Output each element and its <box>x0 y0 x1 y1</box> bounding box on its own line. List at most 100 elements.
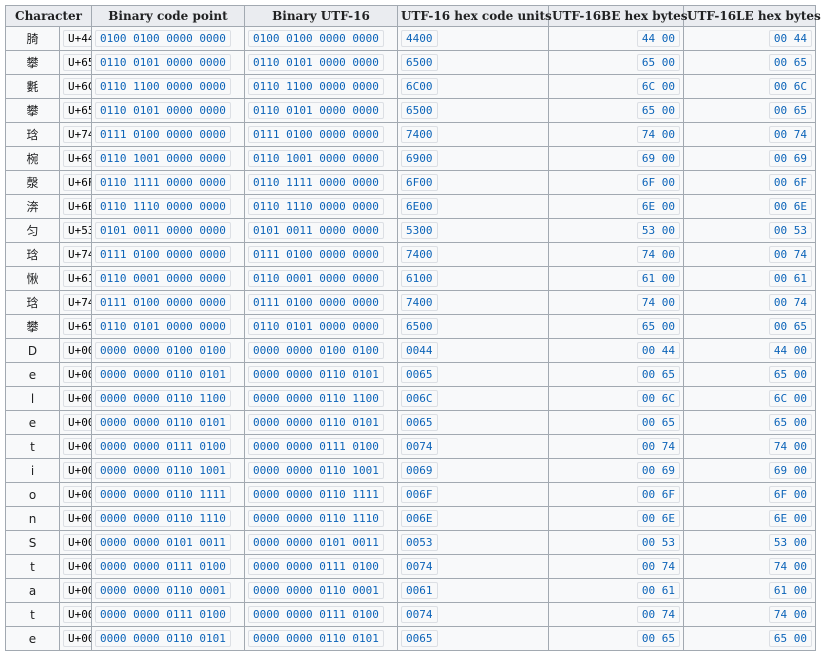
utf16be-hex-bytes-cell: 00 74 <box>548 554 684 579</box>
code-point: U+6C00 <box>63 78 91 95</box>
binary-utf16: 0000 0000 0110 1110 <box>248 510 384 527</box>
table-row: eU+00650000 0000 0110 01010000 0000 0110… <box>5 626 816 651</box>
table-row: 攀U+65000110 0101 0000 00000110 0101 0000… <box>5 50 816 75</box>
utf16-hex-code-units-cell: 6E00 <box>397 194 549 219</box>
utf16be-hex-bytes-cell: 00 65 <box>548 626 684 651</box>
utf16be-hex-bytes-cell: 00 6C <box>548 386 684 411</box>
utf16le-hex-bytes-cell: 6C 00 <box>683 386 816 411</box>
binary-utf16: 0000 0000 0110 1100 <box>248 390 384 407</box>
utf16-hex-code-units: 0074 <box>401 438 438 455</box>
utf16-hex-code-units-cell: 0061 <box>397 578 549 603</box>
table-body: 䐀U+44000100 0100 0000 00000100 0100 0000… <box>5 26 816 651</box>
code-point: U+0069 <box>63 462 91 479</box>
utf16le-hex-bytes: 53 00 <box>768 534 812 551</box>
binary-code-point: 0110 0101 0000 0000 <box>95 102 231 119</box>
binary-utf16-cell: 0110 0101 0000 0000 <box>244 98 398 123</box>
utf16-hex-code-units: 0065 <box>401 366 438 383</box>
binary-code-point-cell: 0000 0000 0110 0101 <box>91 362 245 387</box>
table-row: aU+00610000 0000 0110 00010000 0000 0110… <box>5 578 816 603</box>
binary-code-point-cell: 0110 1111 0000 0000 <box>91 170 245 195</box>
utf16be-hex-bytes-cell: 6F 00 <box>548 170 684 195</box>
binary-code-point-cell: 0110 1001 0000 0000 <box>91 146 245 171</box>
character-cell: 琀 <box>5 290 60 315</box>
code-point-cell: U+0074 <box>59 434 92 459</box>
table-row: nU+006E0000 0000 0110 11100000 0000 0110… <box>5 506 816 531</box>
utf16-hex-code-units-cell: 4400 <box>397 26 549 51</box>
code-point: U+006E <box>63 510 91 527</box>
code-point: U+6900 <box>63 150 91 167</box>
utf16le-hex-bytes: 00 65 <box>768 102 812 119</box>
binary-utf16-cell: 0000 0000 0111 0100 <box>244 434 398 459</box>
utf16be-hex-bytes-cell: 00 61 <box>548 578 684 603</box>
binary-code-point: 0110 1111 0000 0000 <box>95 174 231 191</box>
utf16be-hex-bytes: 00 6F <box>636 486 680 503</box>
utf16le-hex-bytes-cell: 00 65 <box>683 98 816 123</box>
binary-utf16-cell: 0000 0000 0110 0101 <box>244 410 398 435</box>
binary-code-point-cell: 0000 0000 0111 0100 <box>91 434 245 459</box>
utf16le-hex-bytes: 61 00 <box>768 582 812 599</box>
binary-code-point-cell: 0000 0000 0110 1111 <box>91 482 245 507</box>
binary-code-point-cell: 0110 0101 0000 0000 <box>91 314 245 339</box>
binary-utf16: 0111 0100 0000 0000 <box>248 246 384 263</box>
utf16-hex-code-units: 0065 <box>401 630 438 647</box>
character-cell: 愀 <box>5 266 60 291</box>
binary-utf16: 0110 0101 0000 0000 <box>248 54 384 71</box>
character-cell: 漀 <box>5 170 60 195</box>
table-row: DU+00440000 0000 0100 01000000 0000 0100… <box>5 338 816 363</box>
code-point-cell: U+0061 <box>59 578 92 603</box>
code-point: U+0074 <box>63 438 91 455</box>
code-point: U+0065 <box>63 414 91 431</box>
character-cell: S <box>5 530 60 555</box>
utf16be-hex-bytes: 44 00 <box>636 30 680 47</box>
binary-code-point-cell: 0000 0000 0110 1110 <box>91 506 245 531</box>
binary-utf16: 0111 0100 0000 0000 <box>248 126 384 143</box>
binary-utf16-cell: 0101 0011 0000 0000 <box>244 218 398 243</box>
utf16be-hex-bytes: 00 74 <box>636 438 680 455</box>
code-point: U+6500 <box>63 318 91 335</box>
binary-code-point-cell: 0000 0000 0110 1100 <box>91 386 245 411</box>
utf16le-hex-bytes: 00 44 <box>768 30 812 47</box>
utf16le-hex-bytes: 00 6F <box>768 174 812 191</box>
character-cell: i <box>5 458 60 483</box>
binary-code-point: 0111 0100 0000 0000 <box>95 294 231 311</box>
binary-code-point-cell: 0000 0000 0110 0001 <box>91 578 245 603</box>
table-row: 氀U+6C000110 1100 0000 00000110 1100 0000… <box>5 74 816 99</box>
code-point-cell: U+7400 <box>59 290 92 315</box>
binary-code-point-cell: 0110 1100 0000 0000 <box>91 74 245 99</box>
binary-utf16: 0000 0000 0110 0001 <box>248 582 384 599</box>
utf16le-hex-bytes: 6C 00 <box>768 390 812 407</box>
binary-code-point: 0000 0000 0111 0100 <box>95 558 231 575</box>
utf16le-hex-bytes-cell: 74 00 <box>683 434 816 459</box>
utf16-hex-code-units: 0044 <box>401 342 438 359</box>
utf16be-hex-bytes-cell: 74 00 <box>548 290 684 315</box>
utf16le-hex-bytes: 00 65 <box>768 54 812 71</box>
utf16be-hex-bytes: 00 53 <box>636 534 680 551</box>
code-point-cell: U+5300 <box>59 218 92 243</box>
utf16le-hex-bytes-cell: 00 69 <box>683 146 816 171</box>
binary-utf16-cell: 0000 0000 0100 0100 <box>244 338 398 363</box>
binary-utf16-cell: 0000 0000 0101 0011 <box>244 530 398 555</box>
utf16-hex-code-units-cell: 6500 <box>397 50 549 75</box>
table-header-row: Character Binary code point Binary UTF-1… <box>5 5 821 27</box>
table-row: oU+006F0000 0000 0110 11110000 0000 0110… <box>5 482 816 507</box>
character-cell: 琀 <box>5 242 60 267</box>
code-point: U+0044 <box>63 342 91 359</box>
code-point: U+6E00 <box>63 198 91 215</box>
utf16be-hex-bytes: 00 69 <box>636 462 680 479</box>
header-binary-utf16: Binary UTF-16 <box>244 5 398 27</box>
table-row: 琀U+74000111 0100 0000 00000111 0100 0000… <box>5 242 816 267</box>
binary-code-point-cell: 0000 0000 0110 0101 <box>91 410 245 435</box>
table-row: 琀U+74000111 0100 0000 00000111 0100 0000… <box>5 290 816 315</box>
code-point-cell: U+0044 <box>59 338 92 363</box>
binary-utf16-cell: 0000 0000 0110 1001 <box>244 458 398 483</box>
utf16le-hex-bytes-cell: 69 00 <box>683 458 816 483</box>
table-row: tU+00740000 0000 0111 01000000 0000 0111… <box>5 554 816 579</box>
character-cell: 椀 <box>5 146 60 171</box>
code-point-cell: U+0065 <box>59 362 92 387</box>
utf16le-hex-bytes-cell: 65 00 <box>683 362 816 387</box>
utf16be-hex-bytes: 00 65 <box>636 366 680 383</box>
binary-utf16-cell: 0000 0000 0111 0100 <box>244 554 398 579</box>
code-point: U+7400 <box>63 294 91 311</box>
binary-code-point-cell: 0101 0011 0000 0000 <box>91 218 245 243</box>
table-row: 匀U+53000101 0011 0000 00000101 0011 0000… <box>5 218 816 243</box>
